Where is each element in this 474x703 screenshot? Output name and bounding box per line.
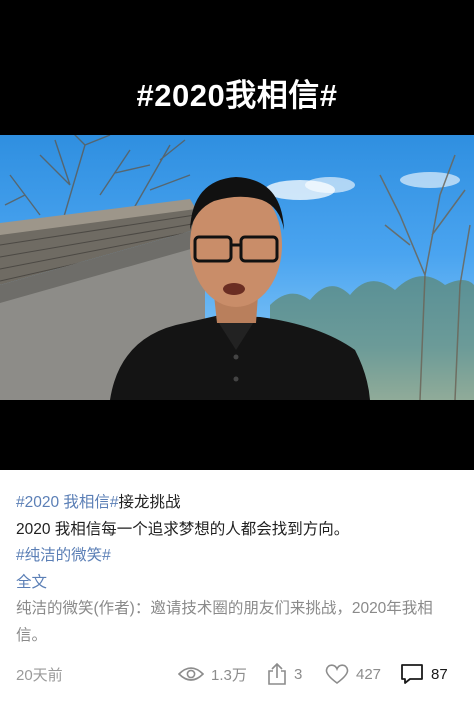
comment-button[interactable]: 87 (400, 660, 448, 688)
challenge-text: 接龙挑战 (118, 494, 181, 511)
video-player[interactable]: #2020我相信# (0, 0, 474, 470)
scene-illustration (0, 135, 474, 400)
post-body-text: 2020 我相信每一个追求梦想的人都会找到方向。 (16, 520, 350, 538)
shares-count: 3 (294, 665, 303, 683)
likes-count: 427 (356, 665, 382, 683)
share-button[interactable]: 3 (267, 660, 302, 688)
full-text-link[interactable]: 全文 (16, 570, 458, 597)
post-time: 20天前 (16, 667, 63, 684)
views-count: 1.3万 (211, 666, 247, 684)
comments-count: 87 (431, 665, 448, 683)
post-card: #2020我相信# #2020 我相信#接龙挑战 2020 我相信每一个追求梦想… (0, 0, 474, 703)
video-title: #2020我相信# (136, 78, 338, 113)
heart-icon (325, 663, 349, 684)
author-note: 纯洁的微笑(作者)：邀请技术圈的朋友们来挑战，2020年我相信。 (16, 600, 433, 644)
post-caption: #2020 我相信#接龙挑战 2020 我相信每一个追求梦想的人都会找到方向。 … (16, 490, 458, 649)
like-button[interactable]: 427 (325, 660, 381, 688)
comment-icon (401, 664, 423, 684)
post-footer: 20天前 1.3万 3 427 87 (16, 660, 458, 688)
views-stat[interactable]: 1.3万 (178, 660, 247, 688)
share-icon (268, 663, 286, 685)
hashtag-topic-link[interactable]: #纯洁的微笑# (16, 543, 458, 570)
caption-line-1: #2020 我相信#接龙挑战 (16, 490, 458, 517)
eye-icon (178, 667, 204, 681)
video-frame-image (0, 135, 474, 400)
hashtag-2020-link[interactable]: #2020 我相信# (16, 494, 119, 511)
